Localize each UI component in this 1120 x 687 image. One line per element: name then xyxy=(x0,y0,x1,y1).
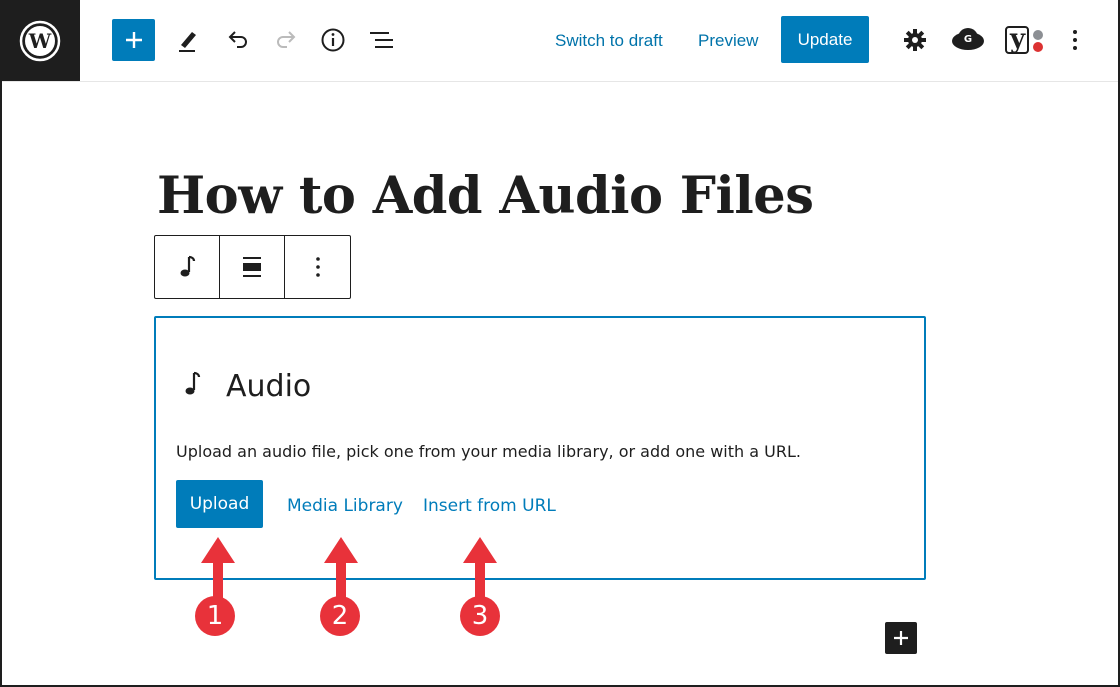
details-button[interactable] xyxy=(317,24,349,56)
info-icon xyxy=(321,28,345,52)
align-button[interactable] xyxy=(220,236,285,298)
wordpress-logo-icon: W xyxy=(19,20,61,61)
preview-link[interactable]: Preview xyxy=(698,31,758,51)
redo-icon xyxy=(277,31,296,48)
step-badge-1: 1 xyxy=(195,596,235,636)
block-toolbar xyxy=(154,235,351,299)
wordpress-logo-button[interactable]: W xyxy=(0,0,80,81)
options-menu-button[interactable] xyxy=(1062,24,1088,56)
settings-button[interactable] xyxy=(899,24,931,56)
more-vertical-icon xyxy=(1073,30,1077,50)
gear-icon xyxy=(904,29,926,51)
annotation-arrow-1 xyxy=(201,537,235,603)
undo-button[interactable] xyxy=(222,24,254,56)
step-badge-2: 2 xyxy=(320,596,360,636)
align-icon xyxy=(243,257,261,277)
switch-to-draft-link[interactable]: Switch to draft xyxy=(555,31,663,51)
annotation-arrow-3 xyxy=(463,537,497,603)
yoast-icon: y xyxy=(1003,24,1047,58)
yoast-letter: y xyxy=(1010,24,1026,54)
plus-icon xyxy=(125,32,142,48)
post-title[interactable]: How to Add Audio Files xyxy=(157,166,814,226)
redo-button[interactable] xyxy=(270,24,302,56)
insert-from-url-button[interactable]: Insert from URL xyxy=(423,496,556,516)
svg-text:G: G xyxy=(964,34,972,45)
block-options-button[interactable] xyxy=(285,236,350,298)
pencil-icon xyxy=(179,32,196,52)
block-type-button[interactable] xyxy=(155,236,220,298)
yoast-seo-button[interactable]: y xyxy=(1003,24,1047,58)
editor-header: W Switch to draft Preview Update G y xyxy=(0,0,1120,82)
svg-text:W: W xyxy=(28,29,52,53)
media-library-button[interactable]: Media Library xyxy=(287,496,403,516)
grammarly-button[interactable]: G xyxy=(950,23,986,57)
block-instructions: Upload an audio file, pick one from your… xyxy=(176,442,801,461)
audio-block-placeholder[interactable]: Audio Upload an audio file, pick one fro… xyxy=(154,316,926,580)
annotation-arrow-2 xyxy=(324,537,358,603)
more-vertical-icon xyxy=(315,257,320,277)
update-button[interactable]: Update xyxy=(781,16,869,63)
undo-icon xyxy=(228,31,247,48)
plus-icon xyxy=(894,631,908,645)
music-note-icon xyxy=(185,371,201,395)
block-label: Audio xyxy=(226,369,312,404)
upload-button[interactable]: Upload xyxy=(176,480,263,528)
tools-button[interactable] xyxy=(172,24,204,56)
grammarly-icon: G xyxy=(952,28,984,50)
block-inserter-button[interactable] xyxy=(112,19,155,61)
add-block-button[interactable] xyxy=(885,622,917,654)
list-view-icon xyxy=(370,32,393,48)
list-view-button[interactable] xyxy=(365,24,397,56)
music-note-icon xyxy=(180,255,196,277)
step-badge-3: 3 xyxy=(460,596,500,636)
